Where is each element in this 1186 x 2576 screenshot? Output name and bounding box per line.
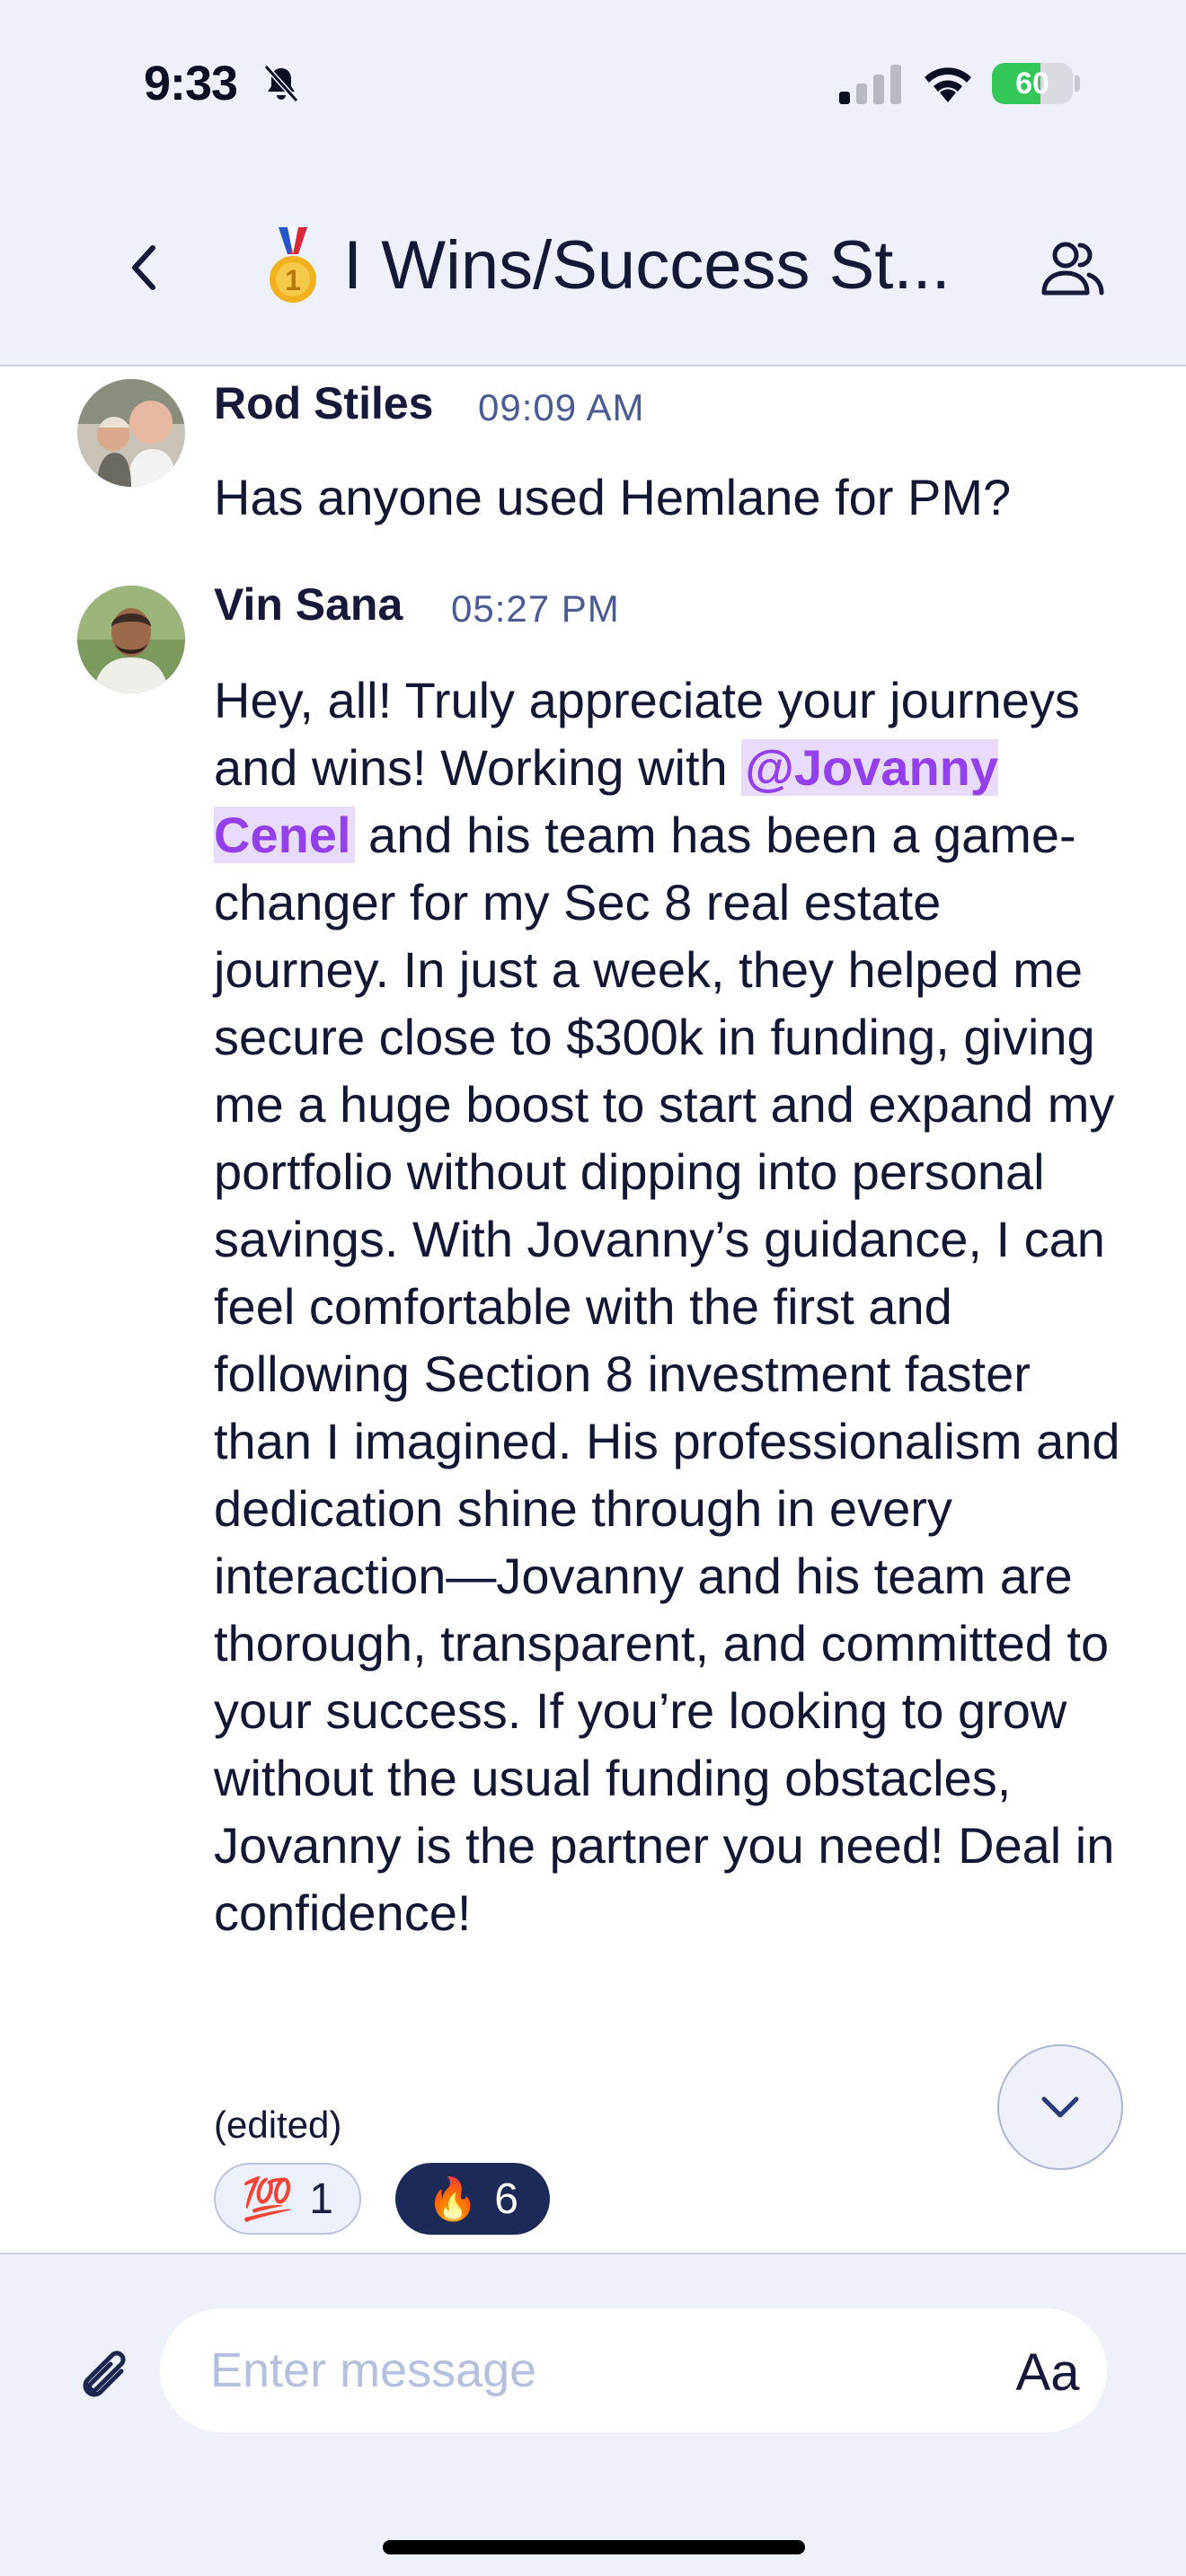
- svg-text:1: 1: [285, 264, 301, 296]
- chat-screen: 9:33 60 1 I Wins/Success St... Rod Stile…: [0, 0, 1186, 2576]
- channel-title-text: I Wins/Success St...: [343, 227, 951, 304]
- members-icon: [1041, 242, 1104, 296]
- status-time: 9:33: [144, 57, 238, 110]
- hundred-points-icon: 💯: [242, 2175, 294, 2222]
- message-composer: Aa: [0, 2253, 1186, 2576]
- bell-off-icon: [263, 64, 299, 103]
- reaction-count: 1: [309, 2175, 333, 2223]
- chevron-down-icon: [1041, 2096, 1079, 2118]
- fire-icon: 🔥: [427, 2175, 479, 2222]
- back-button[interactable]: [117, 235, 171, 300]
- home-indicator: [383, 2540, 805, 2554]
- cellular-signal-icon: [839, 65, 901, 104]
- scroll-to-bottom-button[interactable]: [997, 2044, 1123, 2170]
- message-text: Hey, all! Truly appreciate your journeys…: [214, 666, 1121, 1946]
- message-timestamp: 05:27 PM: [451, 587, 620, 630]
- paperclip-icon: [83, 2351, 126, 2397]
- members-button[interactable]: [1037, 234, 1109, 302]
- reaction-hundred[interactable]: 💯 1: [214, 2163, 361, 2235]
- message-timestamp: 09:09 AM: [478, 386, 645, 428]
- message-text: Has anyone used Hemlane for PM?: [214, 469, 1012, 525]
- message-author[interactable]: Vin Sana: [214, 578, 403, 631]
- avatar[interactable]: [77, 586, 185, 693]
- message-list[interactable]: Rod Stiles 09:09 AM Has anyone used Heml…: [0, 368, 1186, 2254]
- medal-icon: 1: [270, 226, 316, 303]
- message-text-part: and his team has been a game-changer for…: [214, 807, 1120, 1941]
- channel-title[interactable]: 1 I Wins/Success St...: [261, 226, 1006, 304]
- battery-value: 60: [1015, 66, 1049, 101]
- wifi-icon: [925, 67, 971, 102]
- reaction-fire[interactable]: 🔥 6: [395, 2163, 550, 2235]
- attach-button[interactable]: [74, 2344, 138, 2416]
- edited-label: (edited): [214, 2104, 342, 2146]
- avatar[interactable]: [77, 379, 185, 487]
- message-author[interactable]: Rod Stiles: [214, 377, 433, 429]
- text-format-button[interactable]: Aa: [1003, 2341, 1093, 2404]
- chevron-left-icon: [132, 245, 155, 290]
- battery-cap: [1075, 75, 1080, 92]
- battery-percentage: 60: [992, 63, 1073, 104]
- message-input[interactable]: [160, 2308, 1107, 2432]
- battery-indicator: 60: [992, 63, 1073, 104]
- top-bar: 9:33 60 1 I Wins/Success St...: [0, 0, 1186, 366]
- reaction-count: 6: [494, 2175, 518, 2223]
